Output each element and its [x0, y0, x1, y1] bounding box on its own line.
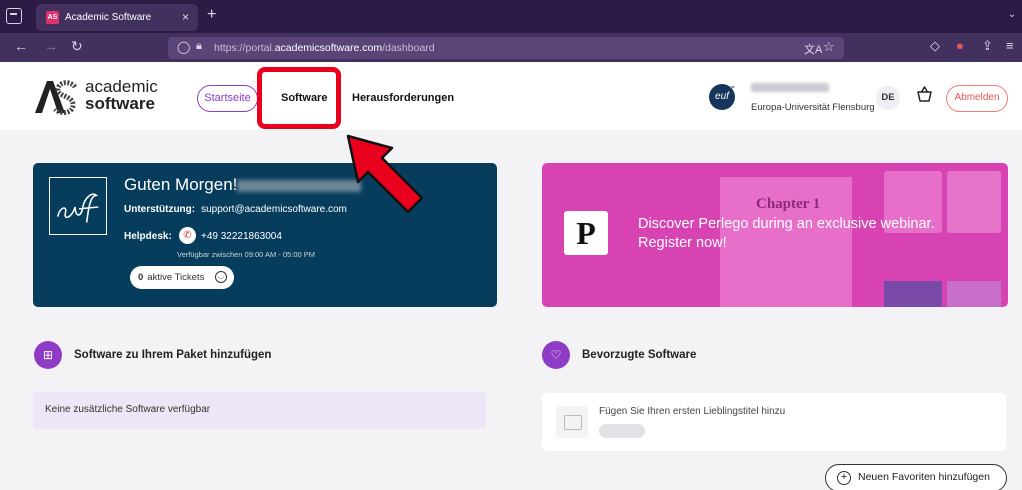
cart-icon[interactable]: [917, 86, 932, 102]
banner-book-image: [884, 281, 942, 307]
translate-icon[interactable]: 文A: [804, 41, 822, 57]
support-line: Unterstützung: support@academicsoftware.c…: [124, 204, 347, 215]
add-favorite-button[interactable]: + Neuen Favoriten hinzufügen: [825, 464, 1007, 490]
favorites-empty-text: Fügen Sie Ihren ersten Lieblingstitel hi…: [599, 406, 786, 417]
banner-book-image: [947, 281, 1001, 307]
menu-icon[interactable]: ≡: [1006, 38, 1014, 53]
url-bar[interactable]: ◯ 🔒︎ https://portal.academicsoftware.com…: [168, 37, 844, 59]
reload-icon[interactable]: ↻: [71, 38, 83, 55]
chevron-down-icon[interactable]: ⌄: [729, 80, 737, 91]
heart-icon: ♡: [542, 341, 570, 369]
browser-nav-bar: ← → ↻ ◯ 🔒︎ https://portal.academicsoftwa…: [0, 33, 1022, 62]
banner-text: Discover Perlego during an exclusive web…: [638, 215, 935, 253]
tab-favicon-icon: AS: [46, 11, 59, 24]
back-arrow-icon[interactable]: ←: [14, 38, 28, 54]
no-software-box: Keine zusätzliche Software verfügbar: [33, 392, 486, 429]
banner-line-2: Register now!: [638, 235, 727, 251]
browser-tab-bar: AS Academic Software × + ⌄: [0, 0, 1022, 33]
tab-close-icon[interactable]: ×: [182, 10, 189, 24]
sidebar-toggle-icon[interactable]: [6, 8, 22, 24]
tab-list-chevron-icon[interactable]: ⌄: [1008, 9, 1016, 20]
logo-text-academic: academic: [85, 77, 158, 96]
helpdesk-hours: Verfügbar zwischen 09:00 AM - 05:00 PM: [177, 250, 315, 259]
favorites-placeholder-pill: [599, 424, 645, 438]
logo-text-software: software: [85, 94, 155, 113]
apps-add-icon: ⊞: [34, 341, 62, 369]
perlego-banner[interactable]: Chapter 1 P Discover Perlego during an e…: [542, 163, 1008, 307]
nav-challenges-link[interactable]: Herausforderungen: [352, 92, 454, 104]
support-label: Unterstützung:: [124, 204, 196, 215]
share-icon[interactable]: ⇪: [982, 38, 993, 54]
annotation-arrow-icon: [346, 134, 424, 214]
new-tab-button[interactable]: +: [207, 6, 216, 24]
ticket-label: aktive Tickets: [147, 272, 205, 283]
banner-chapter-text: Chapter 1: [756, 196, 821, 212]
bookmark-star-icon[interactable]: ☆: [823, 39, 835, 55]
greeting-text: Guten Morgen!: [124, 175, 238, 194]
site-header: academic software Startseite Software He…: [0, 62, 1022, 130]
add-software-title: Software zu Ihrem Paket hinzufügen: [74, 349, 272, 361]
tab-title: Academic Software: [65, 12, 152, 23]
helpdesk-label: Helpdesk:: [124, 231, 172, 242]
support-email-link[interactable]: support@academicsoftware.com: [201, 204, 347, 215]
user-name-blurred: [751, 83, 829, 92]
forward-arrow-icon[interactable]: →: [44, 38, 58, 54]
no-software-text: Keine zusätzliche Software verfügbar: [45, 404, 211, 415]
pocket-icon[interactable]: ◇: [930, 38, 940, 54]
logout-button[interactable]: Abmelden: [946, 85, 1008, 112]
tracking-shield-icon[interactable]: ◯: [177, 40, 190, 54]
phone-icon: ✆: [179, 227, 196, 244]
smile-icon: ◡: [215, 271, 227, 283]
academic-software-logo-icon[interactable]: [33, 79, 77, 115]
highlight-box: [257, 67, 341, 129]
plus-icon: +: [837, 471, 851, 485]
url-text: https://portal.academicsoftware.com/dash…: [214, 42, 435, 54]
helpdesk-phone[interactable]: +49 32221863004: [201, 231, 282, 242]
banner-line-1: Discover Perlego during an exclusive web…: [638, 216, 935, 232]
active-tickets-button[interactable]: 0 aktive Tickets ◡: [130, 266, 234, 289]
banner-book-image: [947, 171, 1001, 233]
university-name: Europa-Universität Flensburg: [751, 102, 875, 113]
add-favorite-label: Neuen Favoriten hinzufügen: [858, 471, 990, 483]
startseite-button[interactable]: Startseite: [197, 85, 258, 112]
extension-icon[interactable]: ●: [956, 38, 964, 53]
euf-logo-icon: [49, 177, 107, 235]
language-selector[interactable]: DE: [876, 86, 900, 110]
ticket-count: 0: [138, 272, 144, 283]
browser-tab[interactable]: AS Academic Software ×: [36, 4, 198, 31]
favorites-card: Fügen Sie Ihren ersten Lieblingstitel hi…: [542, 393, 1006, 451]
perlego-logo-icon: P: [564, 211, 608, 255]
image-placeholder-icon: [556, 406, 588, 438]
favorites-title: Bevorzugte Software: [582, 349, 697, 361]
lock-icon[interactable]: 🔒︎: [196, 40, 202, 53]
